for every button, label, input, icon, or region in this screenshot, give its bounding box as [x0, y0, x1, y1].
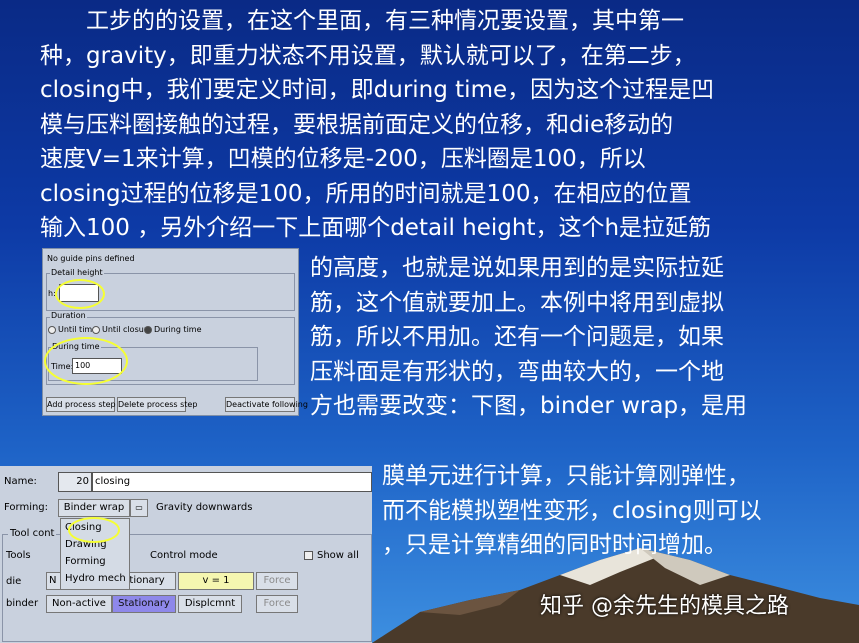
- name-label: Name:: [4, 476, 37, 487]
- binder-mode-button[interactable]: Non-active: [46, 595, 112, 613]
- radio-until-time[interactable]: Until time: [48, 325, 97, 334]
- menu-item-forming[interactable]: Forming: [61, 553, 129, 570]
- closing-highlight-circle: [68, 517, 120, 543]
- show-all-checkbox[interactable]: Show all: [304, 550, 359, 561]
- paragraph-middle: 的高度，也就是说如果用到的是实际拉延 筋，这个值就要加上。本例中将用到虚拟 筋，…: [310, 255, 748, 419]
- tool-name-binder: binder: [6, 598, 39, 609]
- process-step-dialog: No guide pins defined Detail height h: D…: [42, 248, 308, 416]
- tool-name-die: die: [6, 576, 22, 587]
- add-process-step-button[interactable]: Add process step ...: [46, 397, 126, 412]
- die-value-field[interactable]: v = 1: [178, 572, 254, 590]
- radio-until-closure[interactable]: Until closure: [92, 325, 152, 334]
- menu-item-hydro-mech[interactable]: Hydro mech: [61, 570, 129, 587]
- detail-height-label: Detail height: [50, 268, 104, 277]
- paragraph-top: 工步的的设置，在这个里面，有三种情况要设置，其中第一 种，gravity，即重力…: [40, 8, 715, 241]
- chevron-down-icon[interactable]: ▭: [130, 499, 148, 517]
- paragraph-lower: 膜单元进行计算，只能计算刚弹性， 而不能模拟塑性变形，closing则可以 ，只…: [382, 463, 762, 558]
- die-force-button[interactable]: Force: [256, 572, 298, 590]
- name-input[interactable]: closing: [92, 472, 372, 492]
- deactivate-following-button[interactable]: Deactivate following: [225, 397, 308, 412]
- h-highlight-circle: [55, 279, 105, 309]
- tool-control-label: Tool cont: [8, 528, 57, 539]
- binder-value-button[interactable]: Displcmnt: [178, 595, 242, 613]
- step-number-field: 20: [58, 472, 92, 492]
- radio-during-time[interactable]: During time: [144, 325, 202, 334]
- binder-state-button[interactable]: Stationary: [112, 595, 176, 613]
- guide-pins-text: No guide pins defined: [47, 254, 135, 263]
- gravity-label: Gravity downwards: [156, 502, 253, 513]
- forming-label: Forming:: [4, 502, 49, 513]
- control-mode-header: Control mode: [150, 550, 218, 561]
- delete-process-step-button[interactable]: Delete process step: [117, 397, 197, 412]
- forming-select[interactable]: Binder wrap: [58, 499, 130, 517]
- time-highlight-circle: [44, 337, 128, 385]
- forming-dialog: Name: 20 closing Forming: Binder wrap ▭ …: [0, 466, 372, 643]
- watermark-text: 知乎 @余先生的模具之路: [540, 594, 789, 619]
- duration-label: Duration: [50, 311, 87, 320]
- binder-force-button[interactable]: Force: [256, 595, 298, 613]
- tools-header: Tools: [6, 550, 31, 561]
